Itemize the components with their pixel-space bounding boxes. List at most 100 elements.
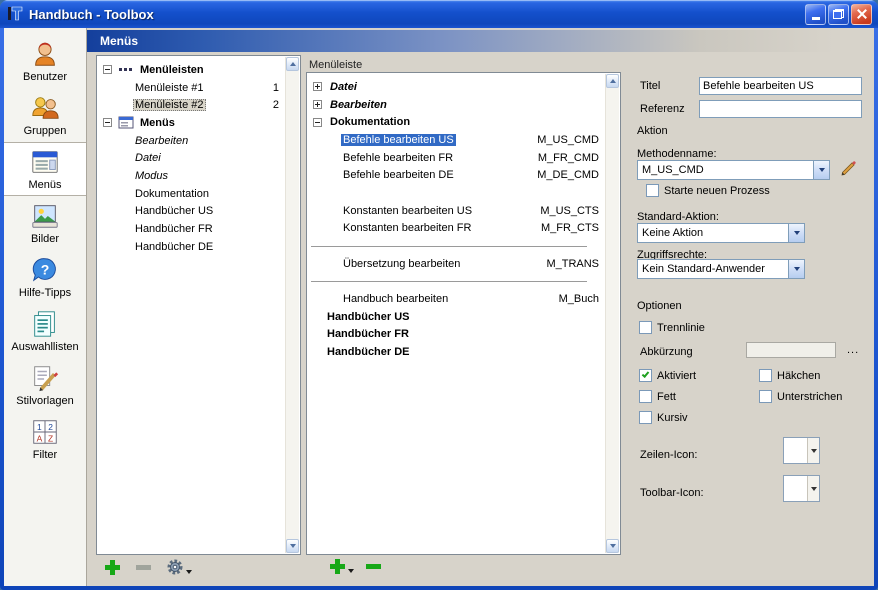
starte-prozess-checkbox[interactable]: Starte neuen Prozess — [646, 184, 770, 197]
menu-window-icon — [30, 147, 60, 177]
minimize-icon — [812, 17, 820, 20]
abkuerzung-browse-button[interactable]: ... — [847, 344, 859, 356]
zeilen-icon-preview — [784, 438, 807, 463]
group-icon — [30, 93, 60, 123]
plus-icon — [105, 560, 120, 575]
properties-panel: Titel Referenz Aktion Methodenname: M_US… — [87, 28, 874, 586]
referenz-label: Referenz — [640, 103, 685, 115]
checkbox-box[interactable] — [646, 184, 659, 197]
checkbox-box[interactable] — [639, 369, 652, 382]
toolbar-icon-preview — [784, 476, 807, 501]
dropdown-arrow-icon[interactable] — [807, 476, 819, 501]
methodenname-label: Methodenname: — [637, 148, 717, 160]
unterstrichen-checkbox[interactable]: Unterstrichen — [759, 390, 842, 403]
checkbox-label: Häkchen — [777, 370, 820, 382]
sidebar-item-stil[interactable]: Stilvorlagen — [4, 358, 86, 412]
menu-item-toolbar — [330, 559, 381, 574]
list-icon — [30, 309, 60, 339]
abkuerzung-input — [746, 342, 836, 358]
sidebar-item-label: Menüs — [28, 179, 61, 191]
svg-text:A: A — [37, 433, 43, 443]
edit-method-button[interactable] — [837, 158, 859, 180]
app-icon — [6, 5, 24, 23]
abkuerzung-label: Abkürzung — [640, 346, 693, 358]
sidebar-item-hilfe[interactable]: ? Hilfe-Tipps — [4, 250, 86, 304]
svg-text:2: 2 — [48, 422, 53, 432]
titel-input[interactable] — [699, 77, 862, 95]
optionen-section-label: Optionen — [637, 300, 682, 312]
gear-icon — [167, 559, 183, 575]
referenz-input[interactable] — [699, 100, 862, 118]
close-button[interactable] — [851, 4, 872, 25]
checkbox-label: Fett — [657, 391, 676, 403]
sidebar-item-label: Hilfe-Tipps — [19, 287, 71, 299]
sidebar-item-label: Filter — [33, 449, 57, 461]
checkbox-label: Starte neuen Prozess — [664, 185, 770, 197]
remove-menu-item-button[interactable] — [366, 564, 381, 574]
trennlinie-checkbox[interactable]: Trennlinie — [639, 321, 705, 334]
aktion-section-label: Aktion — [637, 125, 668, 137]
add-menu-item-button[interactable] — [330, 559, 354, 574]
plus-icon — [330, 559, 345, 574]
minus-icon — [136, 565, 151, 570]
dropdown-arrow-icon[interactable] — [788, 260, 804, 278]
toolbar-icon-label: Toolbar-Icon: — [640, 487, 704, 499]
dropdown-arrow-icon[interactable] — [813, 161, 829, 179]
user-icon — [30, 39, 60, 69]
sidebar-item-gruppen[interactable]: Gruppen — [4, 88, 86, 142]
sidebar-item-label: Auswahllisten — [11, 341, 78, 353]
window-body: Benutzer Gruppen Menüs Bilder? Hilfe-Tipps Au… — [4, 28, 874, 586]
app-window: Handbuch - Toolbox Benutzer Gruppen Menüs B… — [0, 0, 878, 590]
zeilen-icon-dropdown[interactable] — [783, 437, 820, 464]
restore-icon — [833, 9, 844, 19]
help-icon: ? — [30, 255, 60, 285]
standard-aktion-value: Keine Aktion — [638, 224, 788, 242]
checkbox-label: Unterstrichen — [777, 391, 842, 403]
sidebar-item-bilder[interactable]: Bilder — [4, 196, 86, 250]
sidebar-item-benutzer[interactable]: Benutzer — [4, 34, 86, 88]
sidebar: Benutzer Gruppen Menüs Bilder? Hilfe-Tipps Au… — [4, 28, 87, 586]
restore-button[interactable] — [828, 4, 849, 25]
structure-toolbar — [105, 559, 192, 575]
fett-checkbox[interactable]: Fett — [639, 390, 676, 403]
remove-button[interactable] — [136, 565, 151, 575]
kursiv-checkbox[interactable]: Kursiv — [639, 411, 688, 424]
content-area: Menüs MenüleistenMenüleiste #11Menüleist… — [87, 28, 874, 586]
sidebar-item-auswahl[interactable]: Auswahllisten — [4, 304, 86, 358]
haekchen-checkbox[interactable]: Häkchen — [759, 369, 820, 382]
check-icon — [642, 370, 650, 378]
svg-text:1: 1 — [37, 422, 42, 432]
dropdown-arrow-icon[interactable] — [807, 438, 819, 463]
checkbox-box[interactable] — [639, 390, 652, 403]
toolbar-icon-dropdown[interactable] — [783, 475, 820, 502]
checkbox-box[interactable] — [639, 411, 652, 424]
sidebar-item-filter[interactable]: 12AZFilter — [4, 412, 86, 466]
standard-aktion-dropdown[interactable]: Keine Aktion — [637, 223, 805, 243]
sidebar-item-label: Bilder — [31, 233, 59, 245]
minimize-button[interactable] — [805, 4, 826, 25]
dropdown-arrow-icon[interactable] — [788, 224, 804, 242]
add-button[interactable] — [105, 560, 120, 575]
standard-aktion-label: Standard-Aktion: — [637, 211, 719, 223]
titlebar[interactable]: Handbuch - Toolbox — [0, 0, 878, 28]
checkbox-box[interactable] — [759, 369, 772, 382]
zeilen-icon-label: Zeilen-Icon: — [640, 449, 697, 461]
sidebar-item-label: Gruppen — [24, 125, 67, 137]
styles-icon — [30, 363, 60, 393]
methodenname-dropdown[interactable]: M_US_CMD — [637, 160, 830, 180]
checkbox-box[interactable] — [759, 390, 772, 403]
sidebar-item-label: Stilvorlagen — [16, 395, 73, 407]
zugriffsrechte-value: Kein Standard-Anwender — [638, 260, 788, 278]
pencil-icon — [840, 161, 856, 177]
chevron-down-icon — [348, 569, 354, 573]
checkbox-box[interactable] — [639, 321, 652, 334]
chevron-down-icon — [186, 570, 192, 574]
checkbox-label: Trennlinie — [657, 322, 705, 334]
aktiviert-checkbox[interactable]: Aktiviert — [639, 369, 696, 382]
images-icon — [30, 201, 60, 231]
svg-text:?: ? — [41, 262, 50, 278]
actions-menu-button[interactable] — [167, 559, 192, 575]
titel-label: Titel — [640, 80, 660, 92]
zugriffsrechte-dropdown[interactable]: Kein Standard-Anwender — [637, 259, 805, 279]
sidebar-item-menues[interactable]: Menüs — [4, 142, 86, 196]
